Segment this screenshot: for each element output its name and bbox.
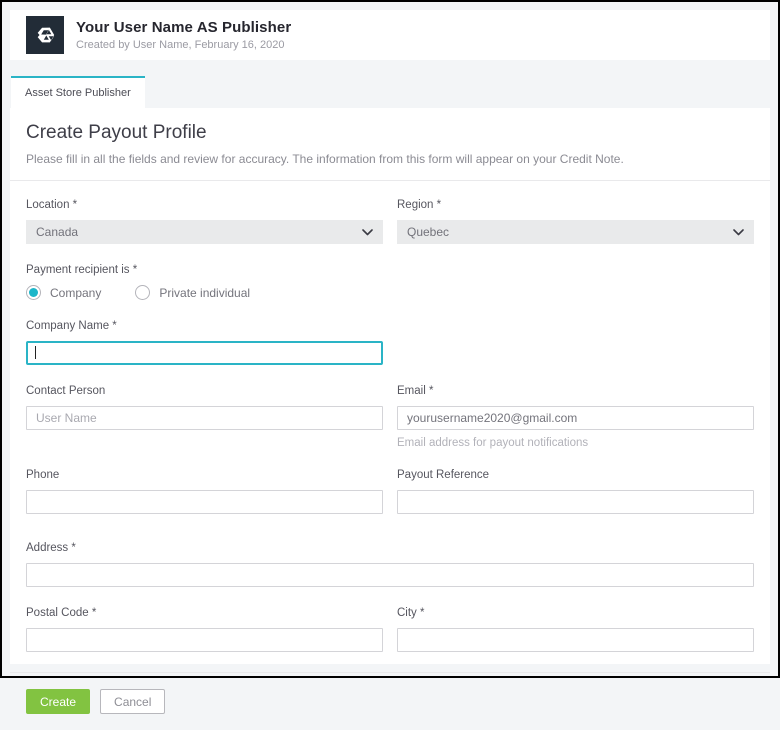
payout-reference-label: Payout Reference <box>397 469 754 481</box>
location-label: Location * <box>26 199 383 211</box>
email-input[interactable] <box>397 406 754 430</box>
city-label: City * <box>397 607 754 619</box>
payout-reference-field: Payout Reference <box>397 469 754 514</box>
page-title: Create Payout Profile <box>26 122 754 144</box>
region-value: Quebec <box>407 225 449 239</box>
unity-cube-icon <box>32 22 58 48</box>
radio-company-label: Company <box>50 286 101 300</box>
tab-bar: Asset Store Publisher <box>10 60 770 108</box>
text-cursor <box>35 346 36 359</box>
radio-unselected-icon[interactable] <box>135 285 150 300</box>
payment-recipient-field: Payment recipient is * Company Private i… <box>26 264 754 300</box>
location-value: Canada <box>36 225 78 239</box>
publisher-header: Your User Name AS Publisher Created by U… <box>10 10 770 60</box>
payout-reference-input[interactable] <box>397 490 754 514</box>
header-text: Your User Name AS Publisher Created by U… <box>76 19 291 51</box>
contact-person-label: Contact Person <box>26 385 383 397</box>
company-name-field: Company Name * <box>26 320 383 365</box>
postal-code-field: Postal Code * <box>26 607 383 652</box>
city-input[interactable] <box>397 628 754 652</box>
contact-person-input[interactable] <box>26 406 383 430</box>
form-actions: Create Cancel <box>10 673 770 730</box>
tab-asset-store-publisher[interactable]: Asset Store Publisher <box>11 76 145 108</box>
region-select[interactable]: Quebec <box>397 220 754 244</box>
cancel-button[interactable]: Cancel <box>100 689 165 714</box>
contact-person-field: Contact Person <box>26 385 383 449</box>
email-field: Email * Email address for payout notific… <box>397 385 754 449</box>
payout-form: Location * Canada Region * Quebec <box>10 181 770 672</box>
payment-recipient-options: Company Private individual <box>26 285 754 300</box>
email-helper-text: Email address for payout notifications <box>397 437 754 449</box>
location-field: Location * Canada <box>26 199 383 244</box>
region-field: Region * Quebec <box>397 199 754 244</box>
address-input[interactable] <box>26 563 754 587</box>
chevron-down-icon <box>733 229 744 236</box>
phone-input[interactable] <box>26 490 383 514</box>
company-name-label: Company Name * <box>26 320 383 332</box>
page-description: Please fill in all the fields and review… <box>26 152 754 166</box>
unity-logo-icon <box>26 16 64 54</box>
radio-company[interactable]: Company <box>26 285 101 300</box>
chevron-down-icon <box>362 229 373 236</box>
postal-code-label: Postal Code * <box>26 607 383 619</box>
address-label: Address * <box>26 542 754 554</box>
page-head: Create Payout Profile Please fill in all… <box>10 108 770 166</box>
publisher-subtitle: Created by User Name, February 16, 2020 <box>76 39 291 51</box>
company-name-input-wrap <box>26 341 383 365</box>
company-name-input[interactable] <box>26 341 383 365</box>
phone-field: Phone <box>26 469 383 514</box>
create-button[interactable]: Create <box>26 689 90 714</box>
location-select[interactable]: Canada <box>26 220 383 244</box>
city-field: City * <box>397 607 754 652</box>
postal-code-input[interactable] <box>26 628 383 652</box>
publisher-title: Your User Name AS Publisher <box>76 19 291 36</box>
payout-profile-card: Create Payout Profile Please fill in all… <box>10 108 770 664</box>
region-label: Region * <box>397 199 754 211</box>
radio-selected-icon[interactable] <box>26 285 41 300</box>
email-label: Email * <box>397 385 754 397</box>
address-field: Address * <box>26 542 754 587</box>
payment-recipient-label: Payment recipient is * <box>26 264 754 276</box>
phone-label: Phone <box>26 469 383 481</box>
radio-private-individual[interactable]: Private individual <box>135 285 250 300</box>
radio-private-individual-label: Private individual <box>159 286 250 300</box>
